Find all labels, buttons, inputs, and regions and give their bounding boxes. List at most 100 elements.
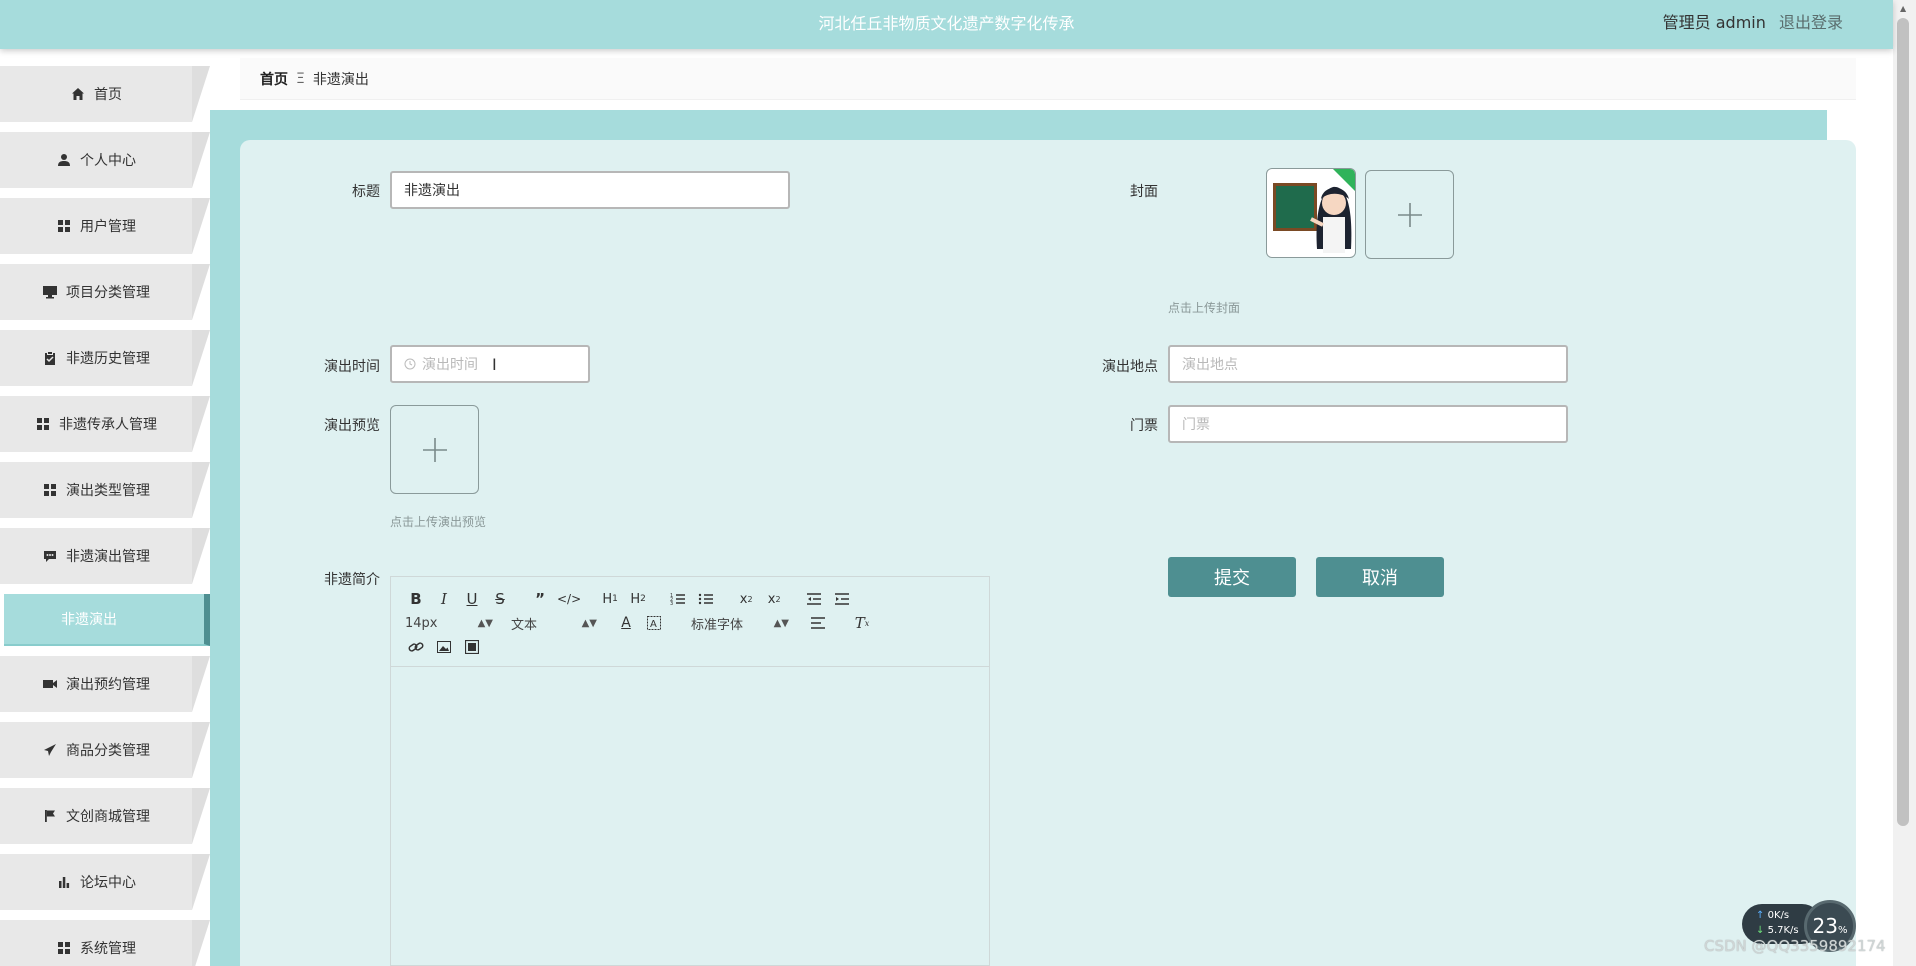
subscript-icon[interactable]: x2 — [735, 588, 757, 610]
breadcrumb: 首页 Ξ 非遗演出 — [240, 58, 1856, 100]
sidebar-subitem-performance[interactable]: 非遗演出 — [4, 594, 210, 646]
sidebar-item-profile[interactable]: 个人中心 — [0, 132, 210, 188]
superscript-icon[interactable]: x2 — [763, 588, 785, 610]
upload-arrow-icon: ↑ — [1756, 910, 1765, 921]
sidebar-item-label: 演出预约管理 — [66, 677, 150, 693]
breadcrumb-home[interactable]: 首页 — [260, 69, 288, 89]
grid-icon — [35, 416, 51, 432]
location-placeholder: 演出地点 — [1182, 357, 1238, 373]
clock-icon — [404, 358, 416, 370]
breadcrumb-current: 非遗演出 — [312, 71, 369, 88]
send-icon — [42, 742, 58, 758]
monitor-icon — [42, 284, 58, 300]
bold-icon[interactable]: B — [405, 588, 427, 610]
underline-icon[interactable]: U — [461, 588, 483, 610]
editor-content-area[interactable] — [391, 667, 989, 965]
video-embed-icon[interactable] — [461, 636, 483, 658]
paragraph-select[interactable]: 文本 ▲▼ — [511, 612, 597, 634]
grid-icon — [42, 482, 58, 498]
svg-text:A: A — [650, 619, 657, 630]
sidebar-item-label: 非遗演出管理 — [66, 549, 150, 565]
editor-toolbar: B I U S ” </> H1 H2 123 x2 x2 14px ▲▼ 文本… — [391, 577, 989, 667]
cancel-button[interactable]: 取消 — [1316, 557, 1444, 597]
ticket-placeholder: 门票 — [1182, 417, 1210, 433]
ordered-list-icon[interactable]: 123 — [667, 588, 689, 610]
sidebar-item-users[interactable]: 用户管理 — [0, 198, 210, 254]
plus-icon — [1397, 202, 1422, 227]
bullet-list-icon[interactable] — [695, 588, 717, 610]
site-title: 河北任丘非物质文化遗产数字化传承 — [818, 14, 1075, 33]
cover-upload-hint: 点击上传封面 — [1168, 301, 1241, 315]
grid-icon — [56, 218, 72, 234]
font-family-select[interactable]: 标准字体 ▲▼ — [691, 612, 789, 634]
select-arrows-icon: ▲▼ — [581, 617, 597, 629]
video-icon — [42, 676, 58, 692]
sidebar-item-label: 项目分类管理 — [66, 285, 150, 301]
sidebar-item-forum[interactable]: 论坛中心 — [0, 854, 210, 910]
usage-percent: 23 — [1812, 914, 1838, 938]
align-icon[interactable] — [807, 612, 829, 634]
sidebar-item-label: 商品分类管理 — [66, 743, 150, 759]
sidebar-item-inheritors[interactable]: 非遗传承人管理 — [0, 396, 210, 452]
background-color-icon[interactable]: A — [643, 612, 665, 634]
sidebar-item-system[interactable]: 系统管理 — [0, 920, 210, 966]
sidebar-item-label: 演出类型管理 — [66, 483, 150, 499]
title-input-value: 非遗演出 — [404, 183, 460, 199]
sidebar-item-product-category[interactable]: 商品分类管理 — [0, 722, 210, 778]
admin-user-label: 管理员 admin — [1662, 13, 1766, 32]
code-block-icon[interactable]: </> — [557, 588, 581, 610]
intro-label: 非遗简介 — [324, 572, 380, 588]
logout-link[interactable]: 退出登录 — [1779, 13, 1843, 32]
csdn-watermark: CSDN @QQ3359892174 — [1704, 937, 1886, 955]
download-speed: 5.7K/s — [1767, 925, 1799, 936]
link-icon[interactable] — [405, 636, 427, 658]
download-arrow-icon: ↓ — [1756, 925, 1765, 936]
font-size-select[interactable]: 14px ▲▼ — [405, 612, 493, 634]
sidebar-item-performances[interactable]: 非遗演出管理 — [0, 528, 210, 584]
breadcrumb-separator: Ξ — [296, 70, 305, 87]
bar-chart-icon — [56, 874, 72, 890]
sidebar-item-performance-types[interactable]: 演出类型管理 — [0, 462, 210, 518]
svg-text:3: 3 — [670, 601, 673, 606]
italic-icon[interactable]: I — [433, 588, 455, 610]
outdent-icon[interactable] — [803, 588, 825, 610]
user-area: 管理员 admin 退出登录 — [1663, 9, 1843, 33]
sidebar-item-label: 非遗传承人管理 — [59, 417, 157, 433]
scrollbar-thumb[interactable] — [1897, 18, 1909, 826]
preview-upload-button[interactable] — [390, 405, 479, 494]
grid-icon — [56, 940, 72, 956]
sidebar-item-home[interactable]: 首页 — [0, 66, 210, 122]
sidebar-item-label: 个人中心 — [80, 153, 136, 169]
app-window: 河北任丘非物质文化遗产数字化传承 管理员 admin 退出登录 首页 Ξ 非遗演… — [0, 0, 1916, 966]
sidebar-item-label: 文创商城管理 — [66, 809, 150, 825]
blockquote-icon[interactable]: ” — [529, 588, 551, 610]
home-icon — [70, 86, 86, 102]
paragraph-value: 文本 — [511, 617, 538, 633]
clipboard-icon — [42, 350, 58, 366]
sidebar-item-bookings[interactable]: 演出预约管理 — [0, 656, 210, 712]
cover-image-thumbnail[interactable] — [1266, 168, 1356, 258]
image-icon[interactable] — [433, 636, 455, 658]
submit-button[interactable]: 提交 — [1168, 557, 1296, 597]
clear-format-icon[interactable]: Tx — [851, 612, 873, 634]
sidebar-item-label: 论坛中心 — [80, 875, 136, 891]
plus-icon — [422, 437, 447, 462]
sidebar-item-history[interactable]: 非遗历史管理 — [0, 330, 210, 386]
indent-icon[interactable] — [831, 588, 853, 610]
flag-icon — [42, 808, 58, 824]
rich-text-editor: B I U S ” </> H1 H2 123 x2 x2 14px ▲▼ 文本… — [390, 576, 990, 966]
top-header: 河北任丘非物质文化遗产数字化传承 管理员 admin 退出登录 — [0, 0, 1893, 49]
time-picker-input[interactable]: 演出时间 I — [390, 345, 590, 383]
cover-upload-button[interactable] — [1365, 170, 1454, 259]
heading1-icon[interactable]: H1 — [599, 588, 621, 610]
ticket-input[interactable]: 门票 — [1168, 405, 1568, 443]
strikethrough-icon[interactable]: S — [489, 588, 511, 610]
heading2-icon[interactable]: H2 — [627, 588, 649, 610]
sidebar-item-project-category[interactable]: 项目分类管理 — [0, 264, 210, 320]
font-color-icon[interactable]: A — [615, 612, 637, 634]
title-input[interactable]: 非遗演出 — [390, 171, 790, 209]
location-input[interactable]: 演出地点 — [1168, 345, 1568, 383]
scroll-up-icon[interactable]: ▲ — [1900, 4, 1906, 13]
sidebar-item-shop[interactable]: 文创商城管理 — [0, 788, 210, 844]
user-icon — [56, 152, 72, 168]
